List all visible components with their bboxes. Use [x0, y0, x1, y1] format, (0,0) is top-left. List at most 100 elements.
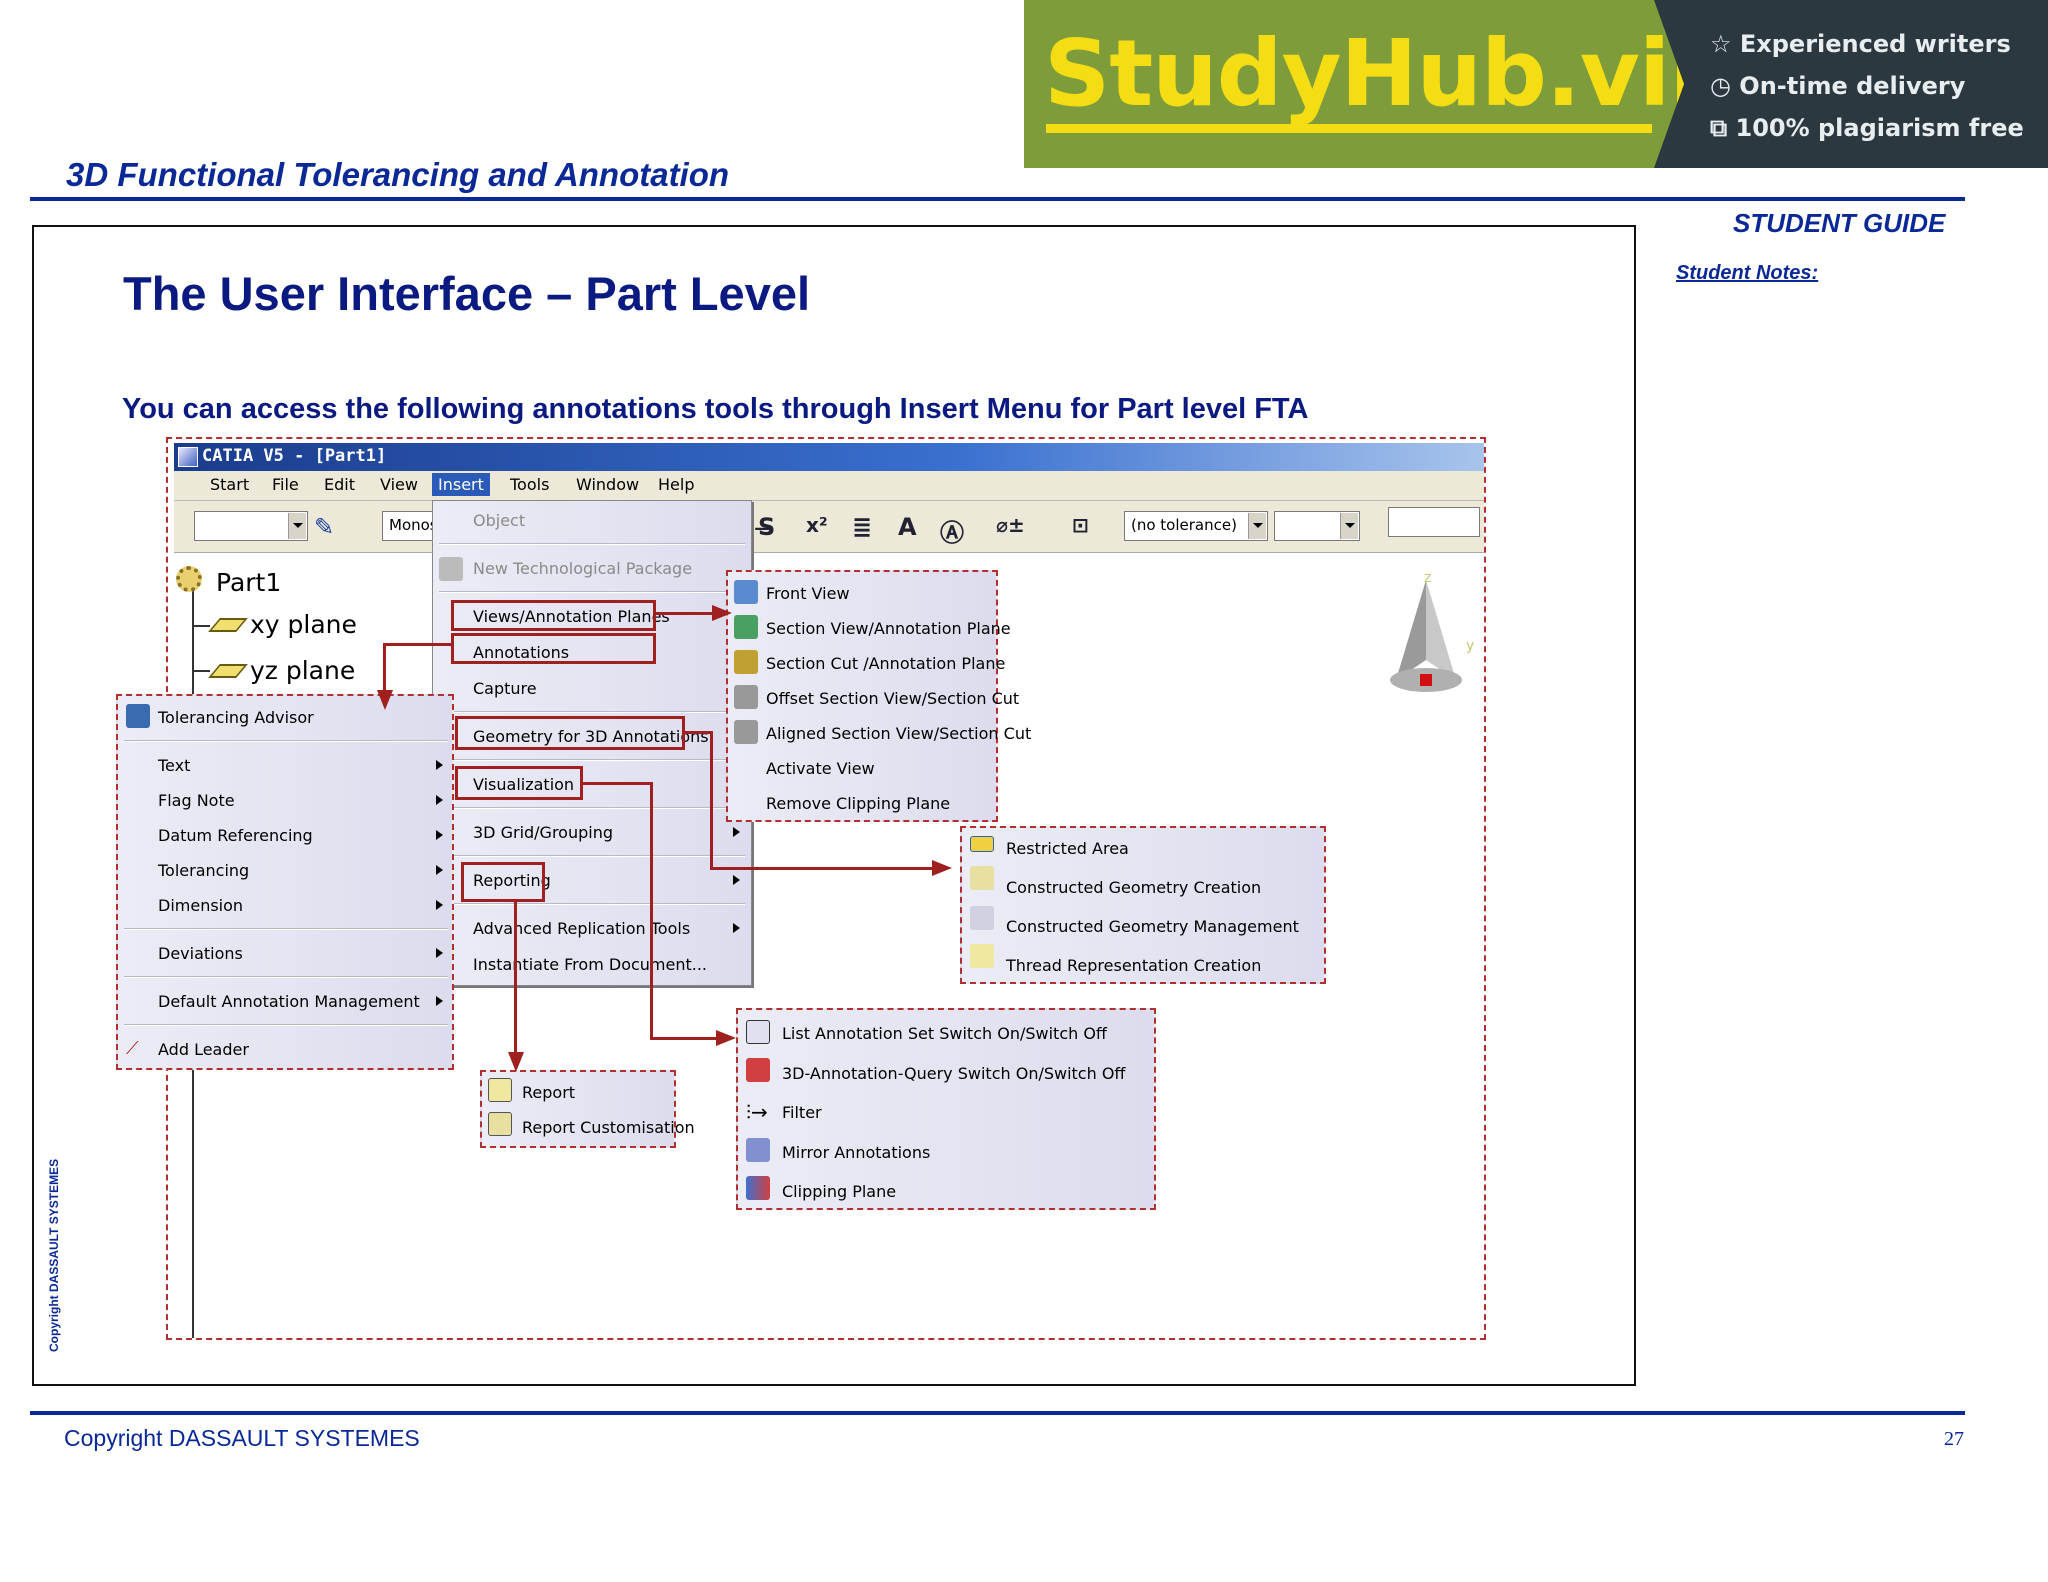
compass-z-label: z [1424, 570, 1431, 586]
menu-item-tolerancing-advisor[interactable]: Tolerancing Advisor [158, 708, 314, 727]
menu-item-add-leader[interactable]: Add Leader [158, 1040, 249, 1059]
menu-item-text[interactable]: Text [158, 756, 190, 775]
part-icon [176, 566, 202, 592]
menu-item-restricted-area[interactable]: Restricted Area [1006, 839, 1129, 858]
feature-3: ⧉ 100% plagiarism free [1710, 114, 2024, 142]
submenu-arrow-icon [733, 827, 745, 837]
submenu-arrow-icon [733, 875, 745, 885]
menu-item-report[interactable]: Report [522, 1083, 575, 1102]
highlight-reporting [461, 862, 545, 902]
menu-item-report-customisation[interactable]: Report Customisation [522, 1118, 695, 1137]
menu-item-advanced-replication-tools[interactable]: Advanced Replication Tools [473, 919, 690, 938]
tree-node-xy-plane[interactable]: xy plane [250, 610, 357, 639]
menu-view[interactable]: View [380, 475, 418, 494]
text-box-icon[interactable]: Ⓐ [940, 513, 964, 548]
menu-item-new-technological-package[interactable]: New Technological Package [473, 559, 692, 578]
menu-item-section-view[interactable]: Section View/Annotation Plane [766, 619, 1011, 638]
menu-item-instantiate-from-document[interactable]: Instantiate From Document... [473, 955, 707, 974]
tree-branch [192, 670, 210, 672]
menu-item-aligned-section-view[interactable]: Aligned Section View/Section Cut [766, 724, 1031, 743]
tree-branch [192, 625, 210, 627]
connector-line [656, 612, 720, 615]
slide-subtitle: You can access the following annotations… [122, 393, 1309, 425]
report-customisation-icon [488, 1112, 512, 1136]
menu-item-datum-referencing[interactable]: Datum Referencing [158, 826, 313, 845]
submenu-arrow-icon [436, 996, 448, 1006]
annotation-query-icon [746, 1058, 770, 1082]
highlight-geometry-for-3d-annotations [455, 716, 685, 750]
side-copyright: Copyright DASSAULT SYSTEMES [47, 1158, 61, 1352]
menu-item-activate-view[interactable]: Activate View [766, 759, 875, 778]
connector-line [514, 902, 517, 1064]
student-guide-label: STUDENT GUIDE [1733, 208, 1946, 238]
brush-icon[interactable]: ✎ [314, 513, 334, 541]
submenu-arrow-icon [436, 830, 448, 840]
tolerance-combo[interactable]: (no tolerance) [1124, 511, 1268, 541]
brand-underline [1046, 124, 1652, 133]
list-annotation-icon [746, 1020, 770, 1044]
menu-insert[interactable]: Insert [432, 473, 490, 496]
compass-icon[interactable]: z y [1376, 570, 1476, 700]
menu-file[interactable]: File [272, 475, 299, 494]
menu-separator [124, 740, 448, 742]
menu-item-deviations[interactable]: Deviations [158, 944, 243, 963]
footer-rule [30, 1411, 1965, 1415]
reporting-menu: Report Report Customisation [480, 1070, 695, 1148]
copy-icon: ⧉ [1710, 114, 1736, 142]
menu-item-default-annotation-management[interactable]: Default Annotation Management [158, 992, 420, 1011]
menu-item-offset-section-view[interactable]: Offset Section View/Section Cut [766, 689, 1019, 708]
footer-copyright: Copyright DASSAULT SYSTEMES [64, 1425, 420, 1451]
menu-item-constructed-geometry-management[interactable]: Constructed Geometry Management [1006, 917, 1299, 936]
feature-3-label: 100% plagiarism free [1735, 114, 2024, 142]
chevron-down-icon [288, 513, 306, 539]
menu-item-filter[interactable]: Filter [782, 1103, 822, 1122]
feature-2-label: On-time delivery [1739, 72, 1966, 100]
menu-item-thread-representation-creation[interactable]: Thread Representation Creation [1006, 956, 1261, 975]
menu-help[interactable]: Help [658, 475, 694, 494]
menu-item-3d-grid-grouping[interactable]: 3D Grid/Grouping [473, 823, 613, 842]
arrowhead [716, 1030, 736, 1046]
align-icon[interactable]: ≣ [852, 513, 872, 541]
window-titlebar: CATIA V5 - [Part1] [174, 443, 1484, 471]
feature-1-label: Experienced writers [1739, 30, 2011, 58]
star-icon: ☆ [1710, 30, 1740, 58]
menu-item-flag-note[interactable]: Flag Note [158, 791, 235, 810]
menu-item-3d-annotation-query[interactable]: 3D-Annotation-Query Switch On/Switch Off [782, 1064, 1125, 1083]
menu-item-capture[interactable]: Capture [473, 679, 537, 698]
menu-separator [124, 1024, 448, 1026]
menu-separator [124, 928, 448, 930]
menu-item-mirror-annotations[interactable]: Mirror Annotations [782, 1143, 930, 1162]
menu-item-front-view[interactable]: Front View [766, 584, 850, 603]
compass-face [1396, 580, 1426, 680]
style-combo[interactable] [194, 511, 308, 541]
menu-item-clipping-plane[interactable]: Clipping Plane [782, 1182, 896, 1201]
text-frame-icon[interactable]: A [898, 513, 917, 541]
banner-brand-panel: StudyHub.vip [1024, 0, 1684, 168]
menu-item-remove-clipping-plane[interactable]: Remove Clipping Plane [766, 794, 950, 813]
menu-item-section-cut[interactable]: Section Cut /Annotation Plane [766, 654, 1005, 673]
tolerance-icon[interactable]: ⌀± [996, 513, 1025, 537]
value-field[interactable] [1388, 507, 1480, 537]
menu-start[interactable]: Start [210, 475, 249, 494]
menu-edit[interactable]: Edit [324, 475, 355, 494]
highlight-views-annotation-planes [451, 600, 656, 631]
connector-line [583, 782, 653, 785]
menu-item-dimension[interactable]: Dimension [158, 896, 243, 915]
menu-window[interactable]: Window [576, 475, 639, 494]
precision-icon[interactable]: ⊡ [1072, 513, 1089, 537]
tolerancing-advisor-icon [126, 704, 150, 728]
front-view-icon [734, 580, 758, 604]
menu-item-object[interactable]: Object [473, 511, 525, 530]
format-combo[interactable] [1274, 511, 1360, 541]
superscript-icon[interactable]: x² [806, 513, 828, 537]
menu-item-tolerancing[interactable]: Tolerancing [158, 861, 249, 880]
tree-node-part[interactable]: Part1 [216, 568, 281, 597]
page: { "banner": { "brand": "StudyHub.vip", "… [0, 0, 2048, 1582]
menu-tools[interactable]: Tools [510, 475, 549, 494]
visualization-menu: List Annotation Set Switch On/Switch Off… [736, 1008, 1156, 1210]
tree-node-yz-plane[interactable]: yz plane [250, 656, 355, 685]
slide-title: The User Interface – Part Level [123, 267, 811, 320]
strikethrough-icon[interactable]: S̶ [758, 513, 775, 541]
menu-item-list-annotation-set[interactable]: List Annotation Set Switch On/Switch Off [782, 1024, 1107, 1043]
menu-item-constructed-geometry-creation[interactable]: Constructed Geometry Creation [1006, 878, 1261, 897]
